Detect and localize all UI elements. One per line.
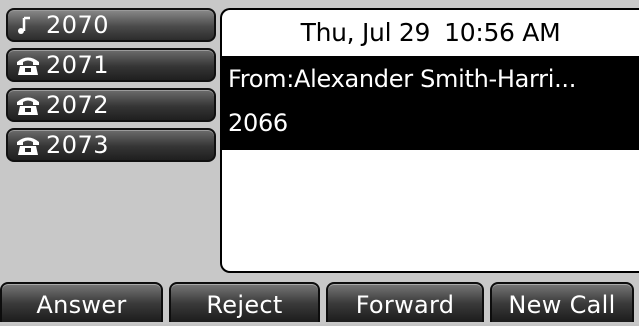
line-keys: 2070 2071 2072 2073 <box>6 8 216 168</box>
phone-handset-icon <box>14 53 42 77</box>
reject-button[interactable]: Reject <box>169 282 320 322</box>
phone-handset-icon <box>14 93 42 117</box>
line-key-2070[interactable]: 2070 <box>6 8 216 42</box>
forward-button[interactable]: Forward <box>326 282 484 322</box>
line-indicator-icon <box>14 13 42 37</box>
status-bar-datetime: Thu, Jul 29 10:56 AM <box>222 10 639 56</box>
call-panel: Thu, Jul 29 10:56 AM From:Alexander Smith… <box>220 8 639 273</box>
line-number: 2071 <box>46 51 110 79</box>
line-number: 2070 <box>46 11 110 39</box>
phone-handset-icon <box>14 133 42 157</box>
phone-screen: 2070 2071 2072 2073 Thu, Jul 29 10:56 AM… <box>0 0 639 324</box>
line-key-2071[interactable]: 2071 <box>6 48 216 82</box>
caller-name: From:Alexander Smith-Harri... <box>228 65 577 93</box>
caller-number: 2066 <box>228 109 288 137</box>
answer-button[interactable]: Answer <box>0 282 163 322</box>
line-number: 2073 <box>46 131 110 159</box>
line-key-2072[interactable]: 2072 <box>6 88 216 122</box>
line-key-2073[interactable]: 2073 <box>6 128 216 162</box>
incoming-call-info[interactable]: From:Alexander Smith-Harri... 2066 <box>222 56 639 150</box>
date-text: Thu, Jul 29 <box>300 18 431 47</box>
softkey-bar: Answer Reject Forward New Call <box>0 282 639 324</box>
new-call-button[interactable]: New Call <box>490 282 634 322</box>
time-text: 10:56 AM <box>444 18 561 47</box>
line-number: 2072 <box>46 91 110 119</box>
